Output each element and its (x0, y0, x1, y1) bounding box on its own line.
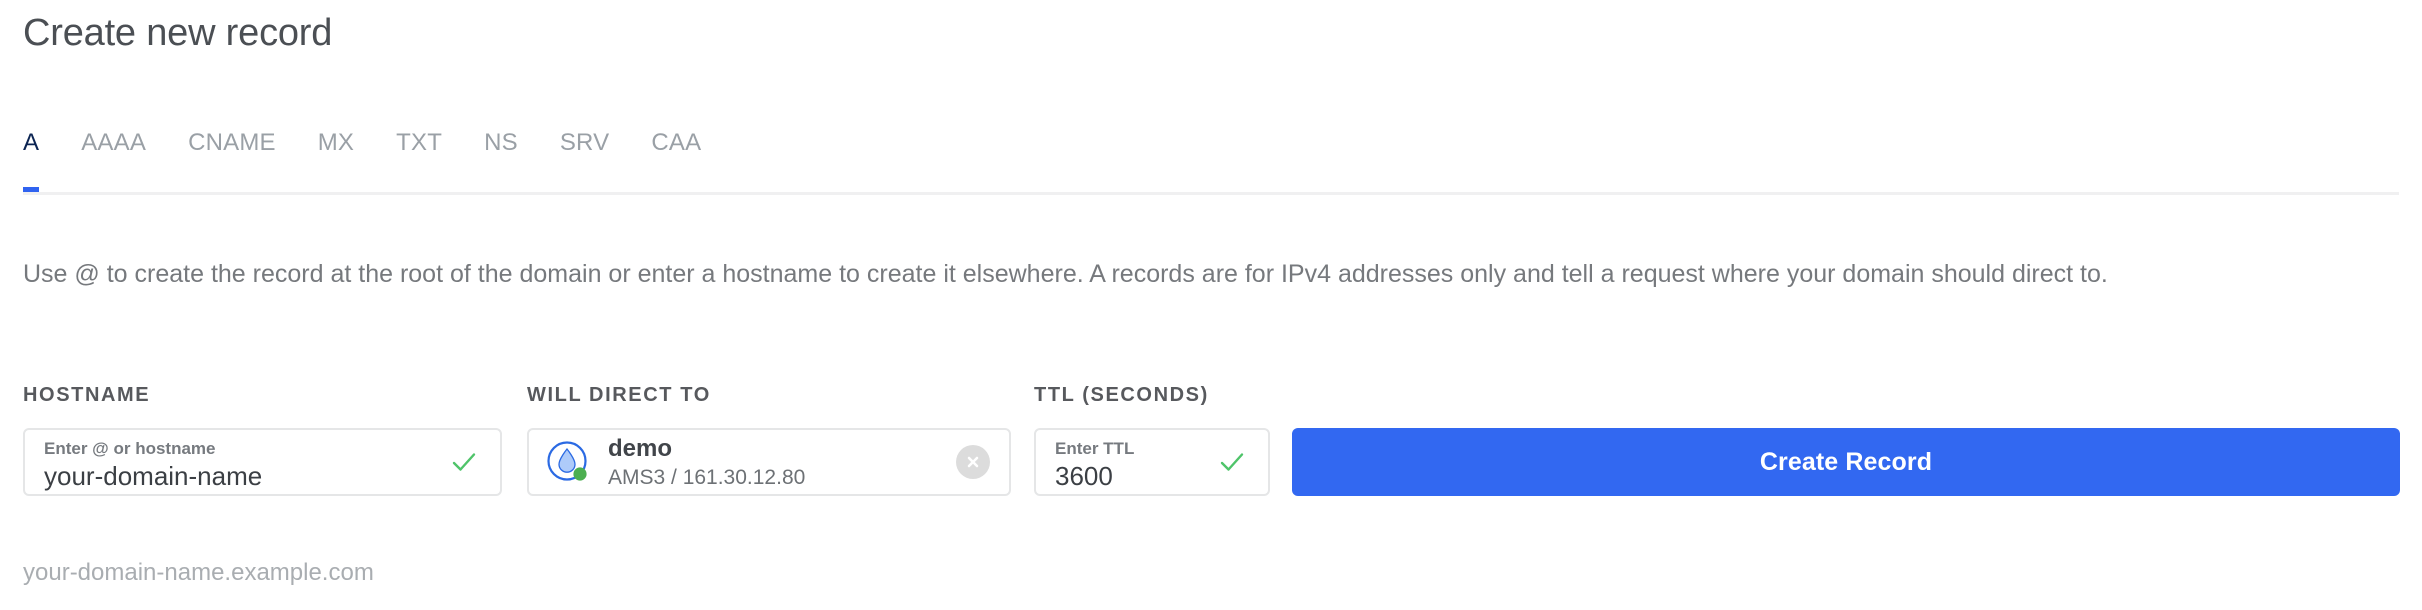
tab-txt[interactable]: TXT (396, 128, 442, 192)
hostname-preview: your-domain-name.example.com (23, 559, 374, 586)
create-record-panel: Create new record A AAAA CNAME MX TXT NS SRV CA… (0, 0, 2422, 610)
target-name: demo (608, 434, 673, 462)
record-form: HOSTNAME Enter @ or hostname your-domain… (0, 383, 2422, 573)
ttl-input-inner: Enter TTL 3600 (1055, 439, 1208, 492)
target-content: demo AMS3 / 161.30.12.80 (529, 430, 1009, 494)
tab-label: CAA (651, 129, 702, 156)
check-icon (452, 453, 476, 471)
record-type-tabs: A AAAA CNAME MX TXT NS SRV CAA (23, 128, 2399, 196)
tab-srv[interactable]: SRV (560, 128, 610, 192)
hostname-value: your-domain-name (44, 461, 263, 491)
page-title: Create new record (23, 12, 333, 54)
hostname-label: HOSTNAME (23, 384, 151, 406)
tab-label: A (23, 129, 40, 156)
tab-cname[interactable]: CNAME (188, 128, 276, 192)
tab-label: CNAME (188, 129, 276, 156)
ttl-input[interactable]: Enter TTL 3600 (1034, 428, 1270, 496)
tab-a[interactable]: A (23, 128, 40, 192)
tab-caa[interactable]: CAA (651, 128, 701, 192)
hostname-placeholder: Enter @ or hostname (44, 439, 216, 458)
ttl-placeholder: Enter TTL (1055, 439, 1135, 458)
field-hostname: HOSTNAME Enter @ or hostname your-domain… (23, 383, 502, 496)
tab-label: TXT (396, 129, 443, 156)
ttl-label: TTL (SECONDS) (1034, 384, 1209, 406)
tab-label: NS (484, 129, 518, 156)
tab-mx[interactable]: MX (318, 128, 354, 192)
create-record-button[interactable]: Create Record (1292, 428, 2400, 496)
will-direct-to-select[interactable]: demo AMS3 / 161.30.12.80 (527, 428, 1011, 496)
tab-label: SRV (559, 129, 610, 156)
tab-ns[interactable]: NS (484, 128, 518, 192)
field-will-direct-to: WILL DIRECT TO demo AMS3 / 161.30.12.80 (527, 383, 1011, 496)
target-text: demo AMS3 / 161.30.12.80 (608, 434, 805, 491)
tabs-divider (23, 192, 2399, 195)
field-ttl: TTL (SECONDS) Enter TTL 3600 (1034, 383, 1270, 496)
close-circle-icon[interactable] (956, 445, 990, 479)
target-detail: AMS3 / 161.30.12.80 (608, 465, 806, 489)
tab-label: AAAA (81, 129, 147, 156)
droplet-icon (546, 440, 590, 484)
hostname-input[interactable]: Enter @ or hostname your-domain-name (23, 428, 502, 496)
tab-label: MX (317, 129, 355, 156)
record-description: Use @ to create the record at the root o… (23, 260, 2108, 288)
tab-aaaa[interactable]: AAAA (81, 128, 146, 192)
check-icon (1220, 453, 1244, 471)
hostname-input-inner: Enter @ or hostname your-domain-name (44, 439, 440, 492)
ttl-value: 3600 (1055, 461, 1113, 491)
will-direct-to-label: WILL DIRECT TO (527, 384, 711, 406)
